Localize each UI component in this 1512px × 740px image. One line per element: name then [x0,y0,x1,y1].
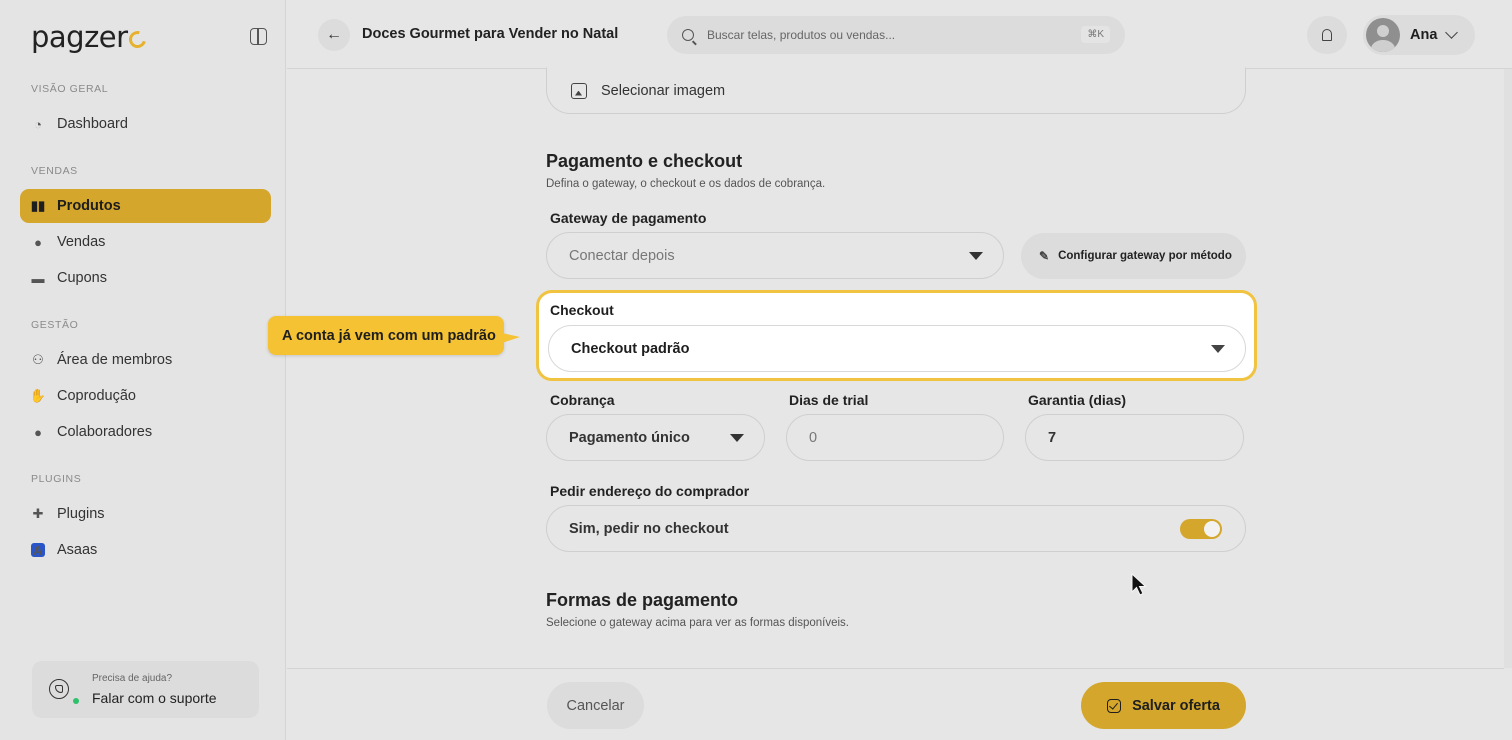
sidebar-item-label: Dashboard [57,116,128,132]
save-offer-label: Salvar oferta [1132,697,1220,714]
sales-icon: ● [34,234,42,250]
search-icon [682,29,694,41]
scrollbar[interactable] [1504,69,1512,668]
support-card[interactable]: Precisa de ajuda? Falar com o suporte [32,661,259,718]
puzzle-icon: ✚ [32,506,44,521]
section-label-sales: VENDAS [31,165,78,177]
sidebar-item-members[interactable]: ⚇ Área de membros [20,343,271,377]
sidebar-item-products[interactable]: ▮▮ Produtos [20,189,271,223]
form-footer: Cancelar Salvar oferta [287,668,1504,740]
trial-value: 0 [809,429,818,446]
configure-gateway-button[interactable]: ✎ Configurar gateway por método [1021,233,1246,279]
sidebar-item-label: Plugins [57,506,105,522]
check-icon [1107,698,1122,713]
checkout-label: Checkout [550,302,614,318]
online-status-dot [73,698,79,704]
sidebar-item-label: Colaboradores [57,424,153,440]
payment-methods-subtitle: Selecione o gateway acima para ver as fo… [546,617,849,629]
address-toggle[interactable] [1180,519,1222,539]
gateway-value: Conectar depois [569,247,675,264]
help-caption: Precisa de ajuda? [92,673,173,684]
avatar [1366,18,1400,52]
notifications-button[interactable] [1307,16,1347,54]
pencil-icon: ✎ [1039,249,1050,263]
sidebar-item-label: Coprodução [57,388,136,404]
gateway-select[interactable]: Conectar depois [546,232,1004,279]
warranty-label: Garantia (dias) [1028,392,1127,408]
warranty-input[interactable]: 7 [1025,414,1244,461]
billing-value: Pagamento único [569,429,690,446]
payment-section-subtitle: Defina o gateway, o checkout e os dados … [546,178,826,190]
checkout-select[interactable]: Checkout padrão [548,325,1246,372]
trial-label: Dias de trial [789,392,869,408]
bell-icon [1322,29,1332,41]
billing-label: Cobrança [550,392,615,408]
search-shortcut-badge: ⌘K [1081,26,1110,43]
products-icon: ▮▮ [30,198,46,213]
checkout-highlight: Checkout Checkout padrão [536,290,1257,381]
configure-gateway-label: Configurar gateway por método [1058,250,1232,262]
caret-down-icon [730,434,744,442]
topbar: ← Doces Gourmet para Vender no Natal ⌘K … [287,0,1512,69]
asaas-icon: A [31,543,45,558]
checkout-value: Checkout padrão [571,340,690,357]
gateway-label: Gateway de pagamento [550,210,707,226]
pagzero-logo[interactable]: pagzer [31,20,149,54]
section-label-plugins: PLUGINS [31,473,82,485]
help-link-text: Falar com o suporte [92,690,217,706]
sidebar-item-label: Asaas [57,542,98,558]
sidebar-toggle-icon[interactable] [250,28,267,45]
address-label: Pedir endereço do comprador [550,483,750,499]
payment-methods-title: Formas de pagamento [546,590,739,610]
sidebar-item-plugins[interactable]: ✚ Plugins [20,497,271,531]
select-image-label: Selecionar imagem [601,82,726,99]
mouse-cursor-icon [1131,573,1147,596]
cancel-button[interactable]: Cancelar [547,682,644,729]
caret-down-icon [1211,345,1225,353]
arrow-left-icon: ← [326,26,342,43]
sidebar-item-coupons[interactable]: ▬ Cupons [20,261,271,295]
save-offer-button[interactable]: Salvar oferta [1081,682,1246,729]
image-icon [571,82,587,99]
sidebar-item-label: Área de membros [57,352,173,368]
users-icon: ⚇ [32,352,44,367]
billing-select[interactable]: Pagamento único [546,414,765,461]
dashboard-icon: ◔ [34,116,42,132]
handshake-icon: ✋ [29,388,47,403]
back-button[interactable]: ← [318,19,350,51]
page-title: Doces Gourmet para Vender no Natal [362,26,619,42]
sidebar-item-sales[interactable]: ● Vendas [20,225,271,259]
sidebar-item-label: Produtos [57,198,121,214]
coupon-icon: ▬ [31,270,45,286]
user-menu[interactable]: Ana [1363,15,1475,55]
sidebar-item-label: Vendas [57,234,106,250]
trial-input[interactable]: 0 [786,414,1004,461]
sidebar-item-coproduction[interactable]: ✋ Coprodução [20,379,271,413]
whatsapp-icon [49,679,69,699]
sidebar-item-asaas[interactable]: A Asaas [20,533,271,567]
address-value: Sim, pedir no checkout [569,520,729,537]
search-bar[interactable]: ⌘K [667,16,1125,54]
warranty-value: 7 [1048,429,1057,446]
sidebar-item-label: Cupons [57,270,107,286]
section-label-overview: VISÃO GERAL [31,83,109,95]
tooltip-callout: A conta já vem com um padrão [268,316,504,355]
payment-section-title: Pagamento e checkout [546,151,743,171]
address-row: Sim, pedir no checkout [546,505,1246,552]
sidebar: pagzer VISÃO GERAL ◔ Dashboard VENDAS ▮▮… [0,0,286,740]
section-label-management: GESTÃO [31,319,79,331]
select-image-button[interactable]: Selecionar imagem [546,67,1246,114]
sidebar-item-collaborators[interactable]: ● Colaboradores [20,415,271,449]
chevron-down-icon [1445,26,1459,39]
user-icon: ● [34,424,42,440]
user-name: Ana [1410,27,1438,43]
search-input[interactable] [707,28,1067,42]
sidebar-item-dashboard[interactable]: ◔ Dashboard [20,107,271,141]
caret-down-icon [969,252,983,260]
